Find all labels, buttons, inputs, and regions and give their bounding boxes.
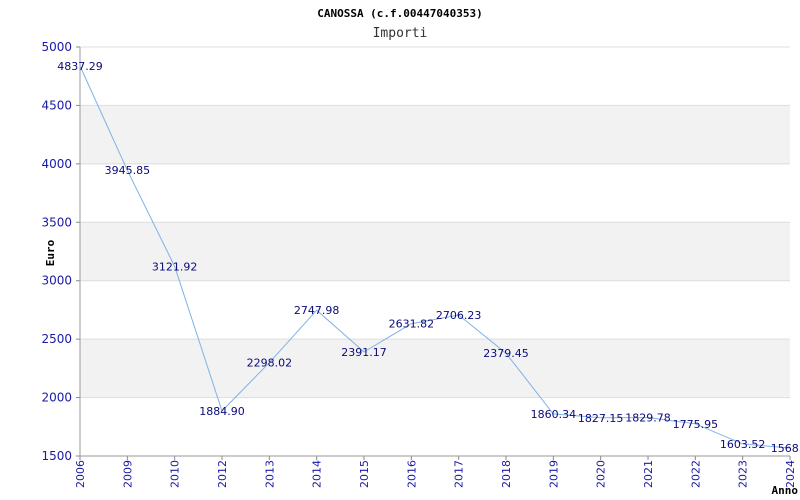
x-tick-label: 2010 <box>169 460 182 488</box>
x-tick-label: 2015 <box>358 460 371 488</box>
data-label: 2631.82 <box>389 318 435 331</box>
data-label: 1775.95 <box>673 418 719 431</box>
y-tick-label: 4500 <box>41 98 72 112</box>
x-tick-label: 2009 <box>121 460 134 488</box>
x-tick-label: 2017 <box>453 460 466 488</box>
line-chart: 15002000250030003500400045005000 2006 200… <box>41 7 800 497</box>
data-label: 1827.15 <box>578 412 624 425</box>
x-axis-label: Anno <box>772 484 799 497</box>
x-tick-label: 2012 <box>216 460 229 488</box>
y-tick-label: 2500 <box>41 332 72 346</box>
data-label: 2379.45 <box>483 347 529 360</box>
data-label: 2747.98 <box>294 304 340 317</box>
chart-title: CANOSSA (c.f.00447040353) <box>317 7 483 20</box>
x-tick-labels: 2006 2009 2010 2012 2013 2014 2015 2016 2017 2018… <box>74 460 797 488</box>
data-label: 1829.78 <box>625 411 671 424</box>
data-label: 3945.85 <box>105 164 151 177</box>
data-label: 2391.17 <box>341 346 387 359</box>
x-tick-label: 2023 <box>737 460 750 488</box>
chart-subtitle: Importi <box>373 26 428 41</box>
y-tick-label: 3000 <box>41 274 72 288</box>
y-tick-label: 5000 <box>41 40 72 54</box>
x-tick-label: 2013 <box>263 460 276 488</box>
grid-bands <box>80 105 790 398</box>
data-label: 4837.29 <box>57 60 103 73</box>
x-tick-label: 2020 <box>595 460 608 488</box>
y-tick-label: 1500 <box>41 449 72 463</box>
x-tick-label: 2021 <box>642 460 655 488</box>
x-tick-label: 2019 <box>547 460 560 488</box>
x-tick-label: 2018 <box>500 460 513 488</box>
data-label: 3121.92 <box>152 260 198 273</box>
data-label: 1603.52 <box>720 438 766 451</box>
x-tick-label: 2016 <box>405 460 418 488</box>
data-label: 2706.23 <box>436 309 482 322</box>
x-tick-label: 2014 <box>311 460 324 488</box>
x-tick-label: 2022 <box>689 460 702 488</box>
grid-band <box>80 339 790 398</box>
y-tick-label: 2000 <box>41 391 72 405</box>
data-label: 1568.5 <box>771 442 800 455</box>
y-axis-label: Euro <box>44 239 57 266</box>
data-label: 1860.34 <box>531 408 577 421</box>
y-tick-label: 3500 <box>41 215 72 229</box>
grid-band <box>80 105 790 164</box>
data-label: 1884.90 <box>199 405 245 418</box>
y-tick-label: 4000 <box>41 157 72 171</box>
data-label: 2298.02 <box>247 357 293 370</box>
x-tick-label: 2006 <box>74 460 87 488</box>
